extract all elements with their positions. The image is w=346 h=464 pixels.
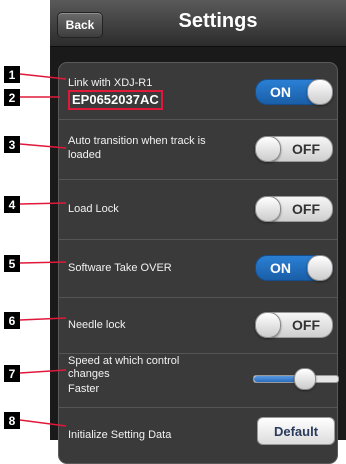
toggle-state-label: OFF (292, 141, 320, 157)
toggle-state-label: OFF (292, 201, 320, 217)
speed-value-label: Faster (68, 383, 100, 395)
setting-row-load-lock: Load Lock OFF (59, 179, 337, 240)
settings-group: Link with XDJ-R1 EP0652037AC ON Auto tra… (58, 62, 339, 464)
toggle-knob (255, 136, 281, 162)
toggle-state-label: OFF (292, 317, 320, 333)
callout-2: 2 (4, 89, 20, 106)
setting-row-link: Link with XDJ-R1 EP0652037AC ON (59, 63, 337, 119)
auto-transition-label: Auto transition when track is loaded (68, 135, 206, 161)
back-button[interactable]: Back (57, 12, 103, 38)
auto-transition-toggle[interactable]: OFF (255, 136, 333, 162)
toggle-knob (255, 312, 281, 338)
navigation-bar: Back Settings (50, 0, 346, 47)
speed-label: Speed at which control changes (68, 355, 180, 380)
needle-lock-toggle[interactable]: OFF (255, 312, 333, 338)
callout-1: 1 (4, 66, 20, 83)
callout-8: 8 (4, 412, 20, 429)
callout-3: 3 (4, 136, 20, 153)
setting-row-speed: Speed at which control changes Faster (59, 353, 339, 408)
callout-4: 4 (4, 196, 20, 213)
default-button[interactable]: Default (257, 417, 335, 445)
serial-number: EP0652037AC (68, 90, 163, 110)
take-over-toggle[interactable]: ON (255, 255, 333, 281)
toggle-knob (307, 79, 333, 105)
callout-5: 5 (4, 255, 20, 272)
page-title: Settings (178, 10, 258, 32)
callout-6: 6 (4, 312, 20, 329)
callout-7: 7 (4, 365, 20, 382)
link-toggle[interactable]: ON (255, 79, 333, 105)
phone-screen: Back Settings Link with XDJ-R1 EP0652037… (50, 0, 346, 464)
speed-slider[interactable] (253, 368, 339, 390)
toggle-state-label: ON (270, 84, 291, 100)
take-over-label: Software Take OVER (68, 262, 172, 274)
slider-thumb[interactable] (293, 368, 316, 390)
setting-row-auto-transition: Auto transition when track is loaded OFF (59, 119, 337, 180)
load-lock-toggle[interactable]: OFF (255, 196, 333, 222)
load-lock-label: Load Lock (68, 203, 119, 215)
setting-row-initialize: Initialize Setting Data Default (59, 407, 337, 464)
toggle-knob (307, 255, 333, 281)
setting-row-take-over: Software Take OVER ON (59, 239, 337, 298)
toggle-state-label: ON (270, 260, 291, 276)
link-label: Link with XDJ-R1 (68, 77, 153, 89)
setting-row-needle-lock: Needle lock OFF (59, 297, 337, 354)
toggle-knob (255, 196, 281, 222)
needle-lock-label: Needle lock (68, 319, 126, 331)
